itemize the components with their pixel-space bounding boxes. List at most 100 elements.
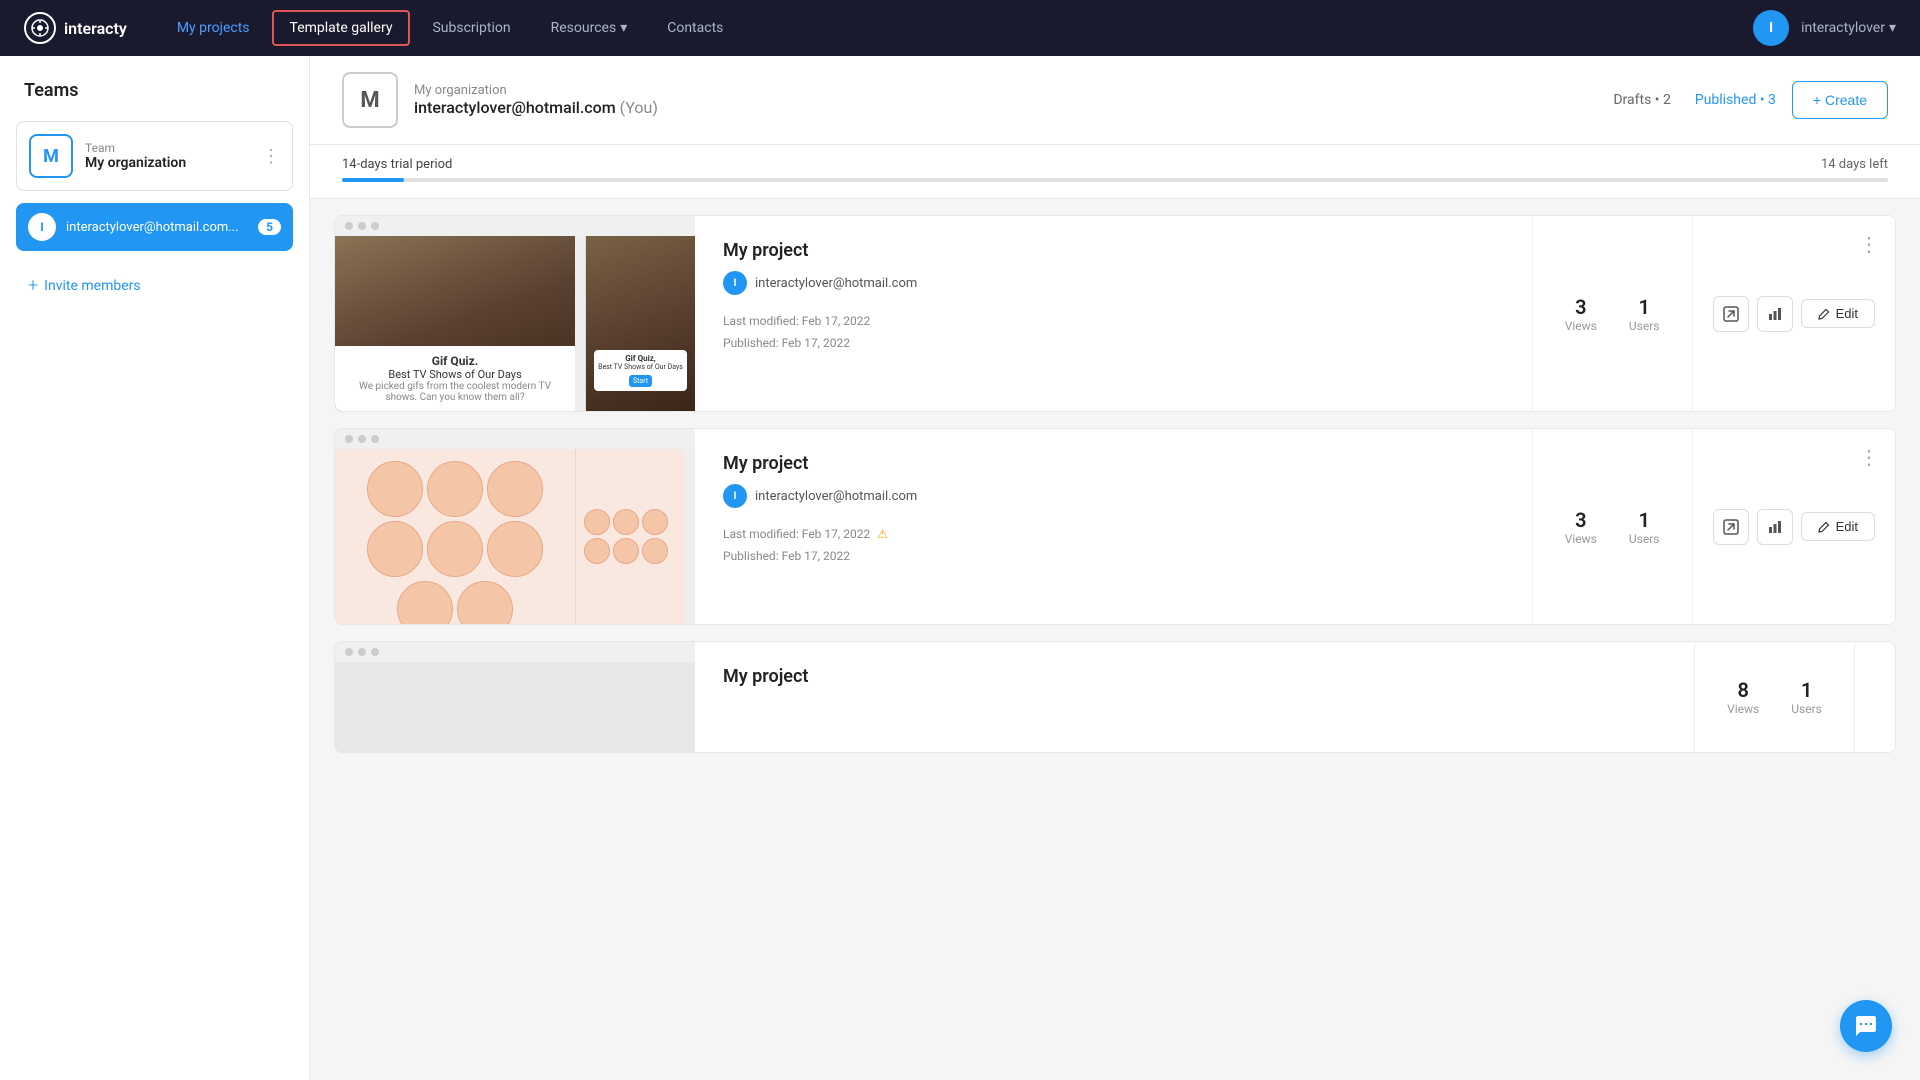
browser-dot-2	[358, 435, 366, 443]
last-modified: Last modified: Feb 17, 2022	[723, 311, 1504, 333]
team-label: Team	[85, 141, 250, 155]
org-info: My organization interactylover@hotmail.c…	[414, 83, 1597, 117]
browser-dot-1	[345, 648, 353, 656]
author-email: interactylover@hotmail.com	[755, 276, 917, 291]
nav-my-projects[interactable]: My projects	[159, 10, 268, 46]
sidebar: Teams M Team My organization ⋮ I interac…	[0, 56, 310, 1080]
org-name: My organization	[414, 83, 1597, 98]
logo-text: interacty	[64, 19, 127, 38]
project-author: I interactylover@hotmail.com	[723, 484, 1504, 508]
browser-dot-2	[358, 648, 366, 656]
team-avatar: M	[29, 134, 73, 178]
project-info: My project	[695, 642, 1694, 752]
project-stats: 3 Views 1 Users	[1532, 429, 1692, 624]
browser-dot-3	[371, 435, 379, 443]
users-label: Users	[1629, 319, 1660, 333]
open-button[interactable]	[1713, 509, 1749, 545]
stats-button[interactable]	[1757, 296, 1793, 332]
nav-right: I interactylover ▾	[1753, 10, 1896, 46]
author-email: interactylover@hotmail.com	[755, 489, 917, 504]
org-header: M My organization interactylover@hotmail…	[310, 56, 1920, 145]
project-title: My project	[723, 666, 1666, 687]
users-count: 1	[1629, 508, 1660, 532]
actions-row: Edit	[1713, 509, 1875, 545]
author-avatar: I	[723, 484, 747, 508]
edit-label: Edit	[1836, 306, 1858, 321]
project-title: My project	[723, 240, 1504, 261]
users-stat: 1 Users	[1791, 678, 1822, 716]
nav-template-gallery[interactable]: Template gallery	[272, 10, 411, 46]
project-author: I interactylover@hotmail.com	[723, 271, 1504, 295]
app-layout: Teams M Team My organization ⋮ I interac…	[0, 56, 1920, 1080]
logo-icon	[24, 12, 56, 44]
preview-browser-bar	[335, 642, 695, 662]
preview-browser-bar	[335, 216, 695, 236]
browser-dot-1	[345, 222, 353, 230]
user-menu[interactable]: interactylover ▾	[1801, 20, 1896, 36]
preview-subtitle: Best TV Shows of Our Days	[345, 368, 565, 381]
you-label: (You)	[620, 98, 658, 117]
invite-label: Invite members	[44, 278, 140, 294]
nav-resources[interactable]: Resources ▾	[533, 10, 646, 46]
users-stat: 1 Users	[1629, 295, 1660, 333]
sidebar-team-item[interactable]: M Team My organization ⋮	[16, 121, 293, 191]
sidebar-title: Teams	[16, 80, 293, 101]
project-info: My project I interactylover@hotmail.com …	[695, 216, 1532, 411]
views-label: Views	[1565, 532, 1597, 546]
browser-dot-2	[358, 222, 366, 230]
browser-dot-1	[345, 435, 353, 443]
published-stat-link[interactable]: Published • 3	[1695, 92, 1776, 108]
logo[interactable]: interacty	[24, 12, 127, 44]
users-count: 1	[1629, 295, 1660, 319]
card-more-icon[interactable]: ⋮	[1859, 445, 1879, 469]
project-dates: Last modified: Feb 17, 2022 ⚠ Published:…	[723, 524, 1504, 567]
edit-button[interactable]: Edit	[1801, 512, 1875, 541]
users-label: Users	[1791, 702, 1822, 716]
org-stats: Drafts • 2 Published • 3	[1613, 92, 1776, 108]
invite-members-button[interactable]: + Invite members	[16, 267, 293, 304]
open-button[interactable]	[1713, 296, 1749, 332]
project-info: My project I interactylover@hotmail.com …	[695, 429, 1532, 624]
card-more-icon[interactable]: ⋮	[1859, 232, 1879, 256]
browser-dot-3	[371, 648, 379, 656]
preview-secondary-image: Gif Quiz, Best TV Shows of Our Days Star…	[585, 236, 695, 411]
users-label: Users	[1629, 532, 1660, 546]
last-modified: Last modified: Feb 17, 2022 ⚠	[723, 524, 1504, 546]
create-button[interactable]: + Create	[1792, 81, 1888, 119]
preview-main-image: Gif Quiz. Best TV Shows of Our Days We p…	[335, 236, 575, 411]
preview-placeholder	[335, 662, 695, 752]
project-card: My project 8 Views 1 Users	[334, 641, 1896, 753]
nav-links: My projects Template gallery Subscriptio…	[159, 10, 1753, 46]
project-stats: 8 Views 1 Users	[1694, 642, 1854, 752]
views-count: 3	[1565, 508, 1597, 532]
sidebar-user-email: interactylover@hotmail.com...	[66, 220, 248, 235]
team-more-icon[interactable]: ⋮	[262, 146, 280, 167]
warning-icon: ⚠	[877, 527, 888, 541]
trial-days-left: 14 days left	[1821, 157, 1888, 172]
nav-contacts[interactable]: Contacts	[649, 10, 741, 46]
trial-banner: 14-days trial period 14 days left	[310, 145, 1920, 199]
views-stat: 3 Views	[1565, 295, 1597, 333]
project-preview	[335, 429, 695, 624]
trial-progress-bar-fill	[342, 178, 404, 182]
edit-button[interactable]: Edit	[1801, 299, 1875, 328]
trial-label: 14-days trial period	[342, 157, 452, 172]
org-avatar: M	[342, 72, 398, 128]
stats-button[interactable]	[1757, 509, 1793, 545]
chat-fab-button[interactable]	[1840, 1000, 1892, 1052]
nav-subscription[interactable]: Subscription	[414, 10, 528, 46]
preview-desc: We picked gifs from the coolest modern T…	[345, 381, 565, 403]
sidebar-user-item[interactable]: I interactylover@hotmail.com... 5	[16, 203, 293, 251]
stats-row: 3 Views 1 Users	[1565, 508, 1660, 546]
drafts-stat: Drafts • 2	[1613, 92, 1671, 108]
published-date: Published: Feb 17, 2022	[723, 546, 1504, 568]
plus-icon: +	[28, 275, 38, 296]
stats-row: 8 Views 1 Users	[1727, 678, 1822, 716]
project-card: Gif Quiz. Best TV Shows of Our Days We p…	[334, 215, 1896, 412]
preview-browser-bar	[335, 429, 695, 449]
project-title: My project	[723, 453, 1504, 474]
views-count: 3	[1565, 295, 1597, 319]
user-avatar: I	[1753, 10, 1789, 46]
views-stat: 8 Views	[1727, 678, 1759, 716]
project-preview: Gif Quiz. Best TV Shows of Our Days We p…	[335, 216, 695, 411]
